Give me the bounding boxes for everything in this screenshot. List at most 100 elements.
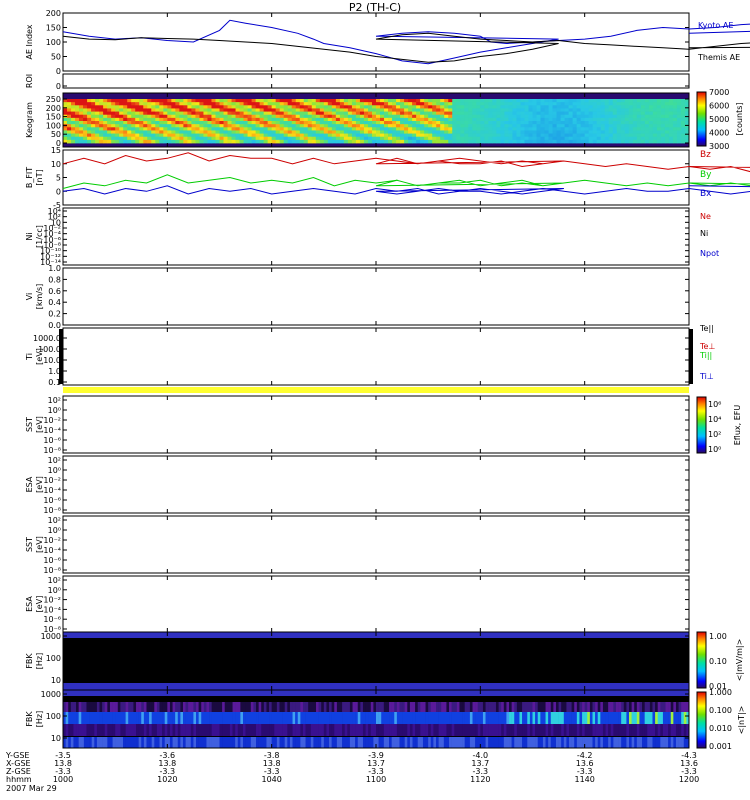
- keogram-cell: [187, 111, 192, 116]
- keogram-cell: [536, 136, 541, 141]
- keogram-cell: [644, 121, 650, 125]
- keogram-cell: [668, 127, 674, 131]
- keogram-cell: [235, 117, 240, 122]
- keogram-cell: [175, 133, 180, 138]
- keogram-cell: [500, 102, 505, 106]
- keogram-cell: [412, 127, 417, 131]
- keogram-cell: [355, 99, 361, 103]
- fbk2-cell: [297, 702, 301, 712]
- keogram-cell: [275, 105, 281, 109]
- keogram-cell: [303, 114, 309, 119]
- fbk2-cell: [644, 702, 648, 712]
- fbk2-cell: [435, 737, 439, 748]
- keogram-cell: [628, 102, 634, 106]
- keogram-cell: [195, 133, 200, 138]
- keogram-cell: [652, 99, 658, 103]
- fbk2-cell: [488, 712, 492, 724]
- fbk2-cell: [256, 712, 259, 724]
- fbk2-cell: [383, 712, 387, 724]
- keogram-cell: [179, 121, 184, 125]
- keogram-cell: [592, 139, 598, 144]
- keogram-cell: [359, 111, 365, 116]
- keogram-cell: [572, 111, 578, 116]
- fbk2-cell: [433, 724, 437, 736]
- keogram-cell: [604, 124, 610, 128]
- keogram-cell: [464, 114, 469, 119]
- fbk2-cell: [357, 724, 361, 736]
- keogram-cell: [424, 117, 429, 122]
- keogram-cell: [436, 105, 441, 109]
- keogram-cell: [247, 130, 252, 134]
- keogram-cell: [520, 127, 525, 131]
- keogram-cell: [207, 99, 212, 103]
- keogram-cell: [91, 127, 96, 131]
- keogram-cell: [331, 108, 337, 112]
- fbk2-cell: [394, 702, 398, 712]
- fbk2-cell: [342, 712, 345, 724]
- keogram-cell: [139, 127, 144, 131]
- keogram-cell: [235, 108, 240, 112]
- keogram-cell: [448, 130, 453, 134]
- fbk2-cell: [665, 702, 669, 712]
- keogram-cell: [632, 117, 638, 122]
- keogram-cell: [355, 105, 361, 109]
- fbk2-cell: [250, 737, 254, 748]
- keogram-cell: [191, 136, 196, 141]
- fbk2-cell: [642, 724, 645, 736]
- keogram-cell: [516, 111, 521, 116]
- fbk2-cell: [248, 737, 252, 748]
- keogram-cell: [175, 130, 180, 134]
- fbk2-cell: [621, 702, 625, 712]
- keogram-cell: [676, 108, 682, 112]
- fbk2-cell: [209, 702, 212, 712]
- keogram-cell: [600, 108, 606, 112]
- fbk2-cell: [391, 724, 395, 736]
- keogram-cell: [91, 136, 96, 141]
- keogram-cell: [656, 121, 662, 125]
- keogram-cell: [311, 136, 317, 141]
- fbk2-cell: [70, 724, 74, 736]
- fbk2-cell: [287, 702, 291, 712]
- keogram-cell: [604, 133, 610, 138]
- fbk2-cell: [130, 724, 134, 736]
- keogram-cell: [660, 117, 666, 122]
- keogram-cell: [604, 139, 610, 144]
- keogram-cell: [644, 124, 650, 128]
- keogram-cell: [436, 117, 441, 122]
- fbk2-cell: [352, 712, 356, 724]
- keogram-cell: [191, 127, 196, 131]
- keogram-cell: [596, 99, 602, 103]
- fbk2-cell: [248, 702, 252, 712]
- keogram-cell: [335, 102, 341, 106]
- keogram-cell: [327, 117, 333, 122]
- y-tick-label-bfield: 10: [51, 160, 61, 169]
- keogram-cell: [103, 102, 108, 106]
- keogram-cell: [311, 139, 317, 144]
- keogram-cell: [247, 127, 252, 131]
- fbk2-cell: [266, 712, 270, 724]
- keogram-cell: [227, 117, 232, 122]
- fbk2-cell: [78, 737, 82, 748]
- keogram-cell: [371, 136, 377, 141]
- keogram-cell: [303, 99, 309, 103]
- keogram-cell: [263, 117, 269, 122]
- keogram-cell: [271, 124, 277, 128]
- keogram-cell: [668, 117, 674, 122]
- keogram-cell: [508, 130, 513, 134]
- keogram-cell: [283, 124, 289, 128]
- fbk2-cell: [610, 737, 614, 748]
- keogram-cell: [576, 121, 582, 125]
- keogram-cell: [588, 99, 594, 103]
- keogram-cell: [359, 130, 365, 134]
- fbk2-cell: [211, 702, 215, 712]
- fbk2-cell: [555, 702, 559, 712]
- keogram-cell: [115, 102, 120, 106]
- keogram-cell: [235, 133, 240, 138]
- fbk2-cell: [475, 737, 479, 748]
- keogram-cell: [440, 105, 445, 109]
- keogram-cell: [564, 133, 570, 138]
- fbk2-cell: [618, 702, 622, 712]
- fbk2-cell: [608, 712, 612, 724]
- keogram-cell: [211, 124, 216, 128]
- fbk2-cell: [571, 737, 575, 748]
